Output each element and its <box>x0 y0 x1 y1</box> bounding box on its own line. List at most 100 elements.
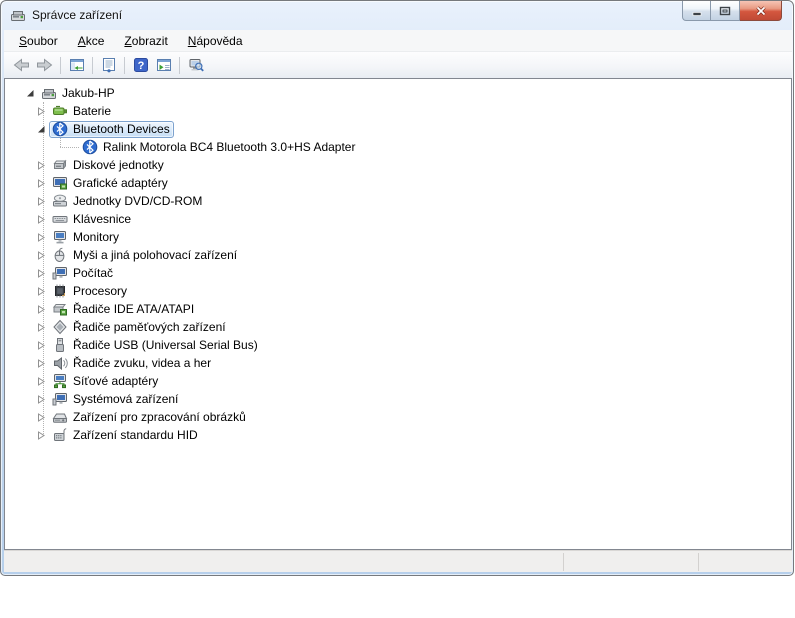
ide-controller-icon <box>52 301 68 317</box>
collapsed-expander-icon[interactable] <box>36 268 46 278</box>
tree-item[interactable]: Zařízení pro zpracování obrázků <box>36 408 250 426</box>
tree-item[interactable]: Baterie <box>36 102 115 120</box>
tree-item[interactable]: Myši a jiná polohovací zařízení <box>36 246 241 264</box>
caption-buttons <box>682 1 782 21</box>
restore-button[interactable] <box>711 1 740 21</box>
svg-text:?: ? <box>137 60 144 72</box>
show-console-tree-button[interactable] <box>65 54 88 76</box>
menu-item-napoveda[interactable]: Nápověda <box>178 31 253 51</box>
menu-item-soubor[interactable]: Soubor <box>9 31 68 51</box>
battery-icon <box>52 103 68 119</box>
tree-item-label: Řadiče zvuku, videa a her <box>73 356 212 370</box>
tree-item[interactable]: Počítač <box>36 264 117 282</box>
forward-icon <box>37 58 53 72</box>
menu-item-zobrazit[interactable]: Zobrazit <box>114 31 177 51</box>
show-action-pane-button[interactable] <box>152 54 175 76</box>
tree-item[interactable]: Řadiče USB (Universal Serial Bus) <box>36 336 262 354</box>
computer-icon <box>41 85 57 101</box>
properties-icon <box>102 58 115 73</box>
collapsed-expander-icon[interactable] <box>36 178 46 188</box>
collapsed-expander-icon[interactable] <box>36 106 46 116</box>
device-tree: Jakub-HP Baterie Bluetooth Devices Ralin… <box>4 78 792 550</box>
tree-connector-line <box>60 147 79 148</box>
help-icon: ? <box>133 58 148 72</box>
tree-item-label: Jednotky DVD/CD-ROM <box>73 194 203 208</box>
expanded-expander-icon[interactable] <box>25 88 35 98</box>
collapsed-expander-icon[interactable] <box>36 322 46 332</box>
properties-button[interactable] <box>97 54 120 76</box>
mouse-icon <box>52 247 68 263</box>
toolbar-separator <box>124 56 125 74</box>
scan-hardware-changes-icon <box>189 59 204 72</box>
collapsed-expander-icon[interactable] <box>36 304 46 314</box>
toolbar: ? <box>4 52 792 78</box>
tree-item-label: Bluetooth Devices <box>73 122 170 136</box>
processor-icon <box>52 283 68 299</box>
collapsed-expander-icon[interactable] <box>36 376 46 386</box>
tree-item-label: Baterie <box>73 104 112 118</box>
tree-item-label: Řadiče IDE ATA/ATAPI <box>73 302 195 316</box>
tree-item[interactable]: Diskové jednotky <box>36 156 168 174</box>
tree-item[interactable]: Řadiče zvuku, videa a her <box>36 354 215 372</box>
tree-item-label: Systémová zařízení <box>73 392 179 406</box>
help-button[interactable]: ? <box>129 54 152 76</box>
collapsed-expander-icon[interactable] <box>36 412 46 422</box>
minimize-button[interactable] <box>682 1 711 21</box>
collapsed-expander-icon[interactable] <box>36 430 46 440</box>
tree-item-label: Diskové jednotky <box>73 158 164 172</box>
tree-item-label: Řadiče USB (Universal Serial Bus) <box>73 338 258 352</box>
collapsed-expander-icon[interactable] <box>36 196 46 206</box>
tree-item-label: Grafické adaptéry <box>73 176 168 190</box>
collapsed-expander-icon[interactable] <box>36 214 46 224</box>
tree-item[interactable]: Systémová zařízení <box>36 390 182 408</box>
collapsed-expander-icon[interactable] <box>36 232 46 242</box>
close-button[interactable] <box>740 1 782 21</box>
tree-item-label: Řadiče paměťových zařízení <box>73 320 226 334</box>
collapsed-expander-icon[interactable] <box>36 358 46 368</box>
expanded-expander-icon[interactable] <box>36 124 46 134</box>
status-bar <box>4 550 792 572</box>
tree-item[interactable]: Jednotky DVD/CD-ROM <box>36 192 206 210</box>
storage-controller-icon <box>52 319 68 335</box>
collapsed-expander-icon[interactable] <box>36 250 46 260</box>
tree-item[interactable]: Řadiče IDE ATA/ATAPI <box>36 300 198 318</box>
tree-item[interactable]: Zařízení standardu HID <box>36 426 202 444</box>
tree-item-label: Zařízení pro zpracování obrázků <box>73 410 246 424</box>
collapsed-expander-icon[interactable] <box>36 394 46 404</box>
tree-item[interactable]: Procesory <box>36 282 131 300</box>
tree-item-label: Procesory <box>73 284 128 298</box>
tree-item-label: Síťové adaptéry <box>73 374 159 388</box>
tree-item[interactable]: Monitory <box>36 228 123 246</box>
status-separator <box>563 553 564 571</box>
network-adapter-icon <box>52 373 68 389</box>
menu-item-akce[interactable]: Akce <box>68 31 115 51</box>
show-console-tree-icon <box>69 59 84 71</box>
tree-item-label: Klávesnice <box>73 212 132 226</box>
tree-item[interactable]: Ralink Motorola BC4 Bluetooth 3.0+HS Ada… <box>79 138 359 156</box>
tree-item-label: Ralink Motorola BC4 Bluetooth 3.0+HS Ada… <box>103 140 356 154</box>
tree-item[interactable]: Jakub-HP <box>25 84 119 102</box>
window-title: Správce zařízení <box>32 8 123 22</box>
forward-button[interactable] <box>33 54 56 76</box>
system-device-icon <box>52 391 68 407</box>
scan-hardware-changes-button[interactable] <box>184 54 207 76</box>
tree-item[interactable]: Grafické adaptéry <box>36 174 172 192</box>
computer-device-icon <box>52 265 68 281</box>
disk-drive-icon <box>52 157 68 173</box>
collapsed-expander-icon[interactable] <box>36 160 46 170</box>
tree-item[interactable]: Síťové adaptéry <box>36 372 162 390</box>
keyboard-icon <box>52 211 68 227</box>
back-button[interactable] <box>10 54 33 76</box>
toolbar-separator <box>179 56 180 74</box>
toolbar-separator <box>60 56 61 74</box>
tree-item[interactable]: Řadiče paměťových zařízení <box>36 318 230 336</box>
tree-item-label: Zařízení standardu HID <box>73 428 198 442</box>
display-adapter-icon <box>52 175 68 191</box>
tree-item[interactable]: Bluetooth Devices <box>36 120 174 138</box>
tree-item[interactable]: Klávesnice <box>36 210 135 228</box>
collapsed-expander-icon[interactable] <box>36 340 46 350</box>
title-bar[interactable]: Správce zařízení <box>1 1 793 30</box>
device-manager-window: Správce zařízení Soubor Akce Zobrazit Ná… <box>0 0 794 576</box>
device-manager-icon <box>10 7 26 23</box>
collapsed-expander-icon[interactable] <box>36 286 46 296</box>
